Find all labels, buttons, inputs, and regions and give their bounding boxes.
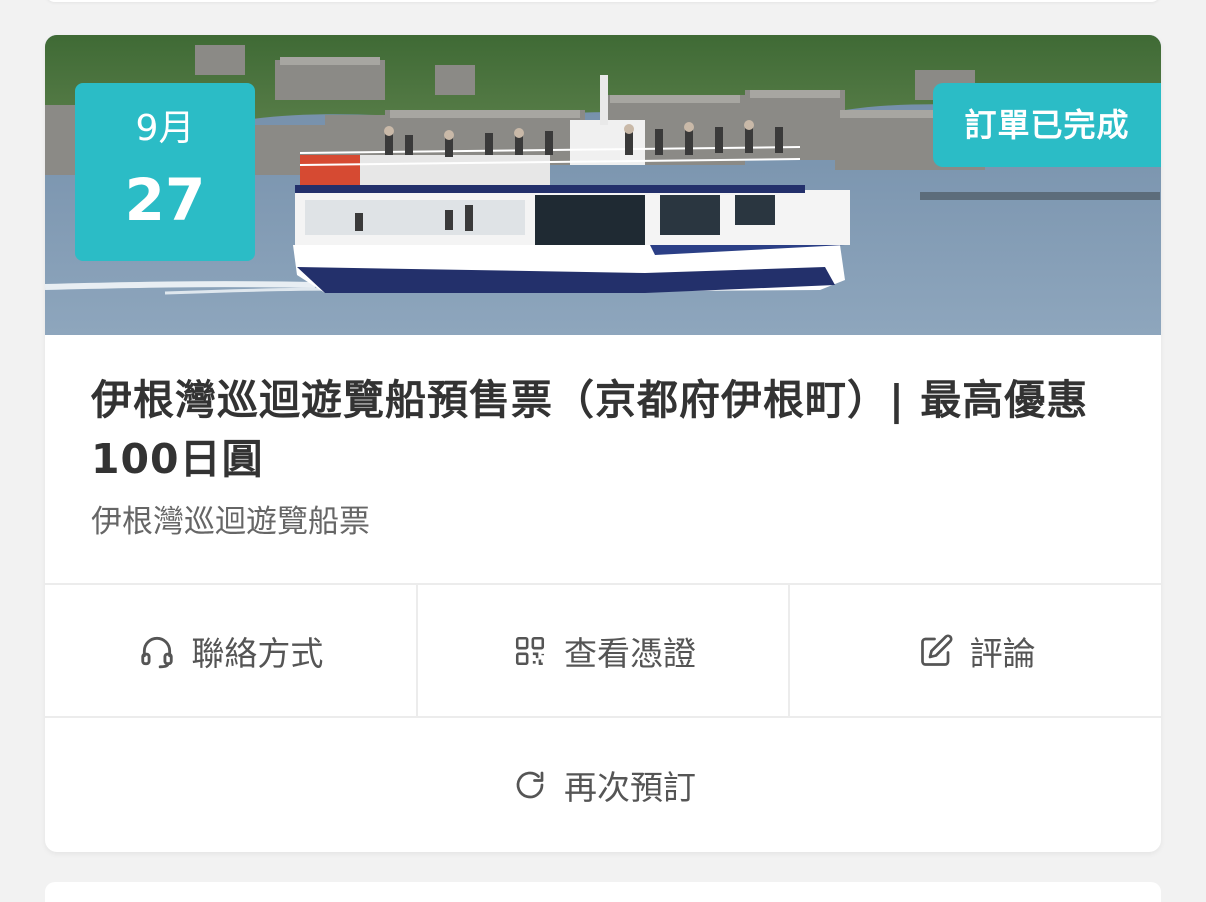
rebook-label: 再次預訂 [564, 768, 696, 807]
edit-icon [916, 631, 956, 671]
date-month: 9月 [135, 108, 195, 149]
product-title[interactable]: 伊根灣巡迴遊覽船預售票（京都府伊根町）| 最高優惠100日圓 [91, 371, 1121, 489]
order-info[interactable]: 伊根灣巡迴遊覽船預售票（京都府伊根町）| 最高優惠100日圓 伊根灣巡迴遊覽船票 [91, 371, 1121, 541]
previous-card-edge [45, 0, 1161, 2]
action-bar: 聯絡方式 查看憑證 評論 [45, 583, 1161, 718]
next-card-edge [45, 882, 1161, 902]
headset-icon [137, 631, 177, 671]
view-voucher-button[interactable]: 查看憑證 [415, 585, 789, 716]
date-day: 27 [124, 166, 206, 234]
product-subtitle: 伊根灣巡迴遊覽船票 [91, 504, 370, 540]
review-label: 評論 [969, 633, 1036, 673]
tour-image[interactable]: 9月 27 訂單已完成 [45, 35, 1161, 335]
refresh-icon [510, 765, 550, 805]
contact-button[interactable]: 聯絡方式 [45, 585, 416, 716]
qr-code-icon [510, 631, 550, 671]
status-badge: 訂單已完成 [933, 83, 1161, 167]
rebook-button[interactable]: 再次預訂 [45, 718, 1161, 852]
order-card[interactable]: 9月 27 訂單已完成 伊根灣巡迴遊覽船預售票（京都府伊根町）| 最高優惠100… [45, 35, 1161, 852]
view-voucher-label: 查看憑證 [564, 633, 696, 673]
date-badge: 9月 27 [75, 83, 255, 261]
review-button[interactable]: 評論 [788, 585, 1161, 716]
contact-label: 聯絡方式 [191, 633, 324, 673]
